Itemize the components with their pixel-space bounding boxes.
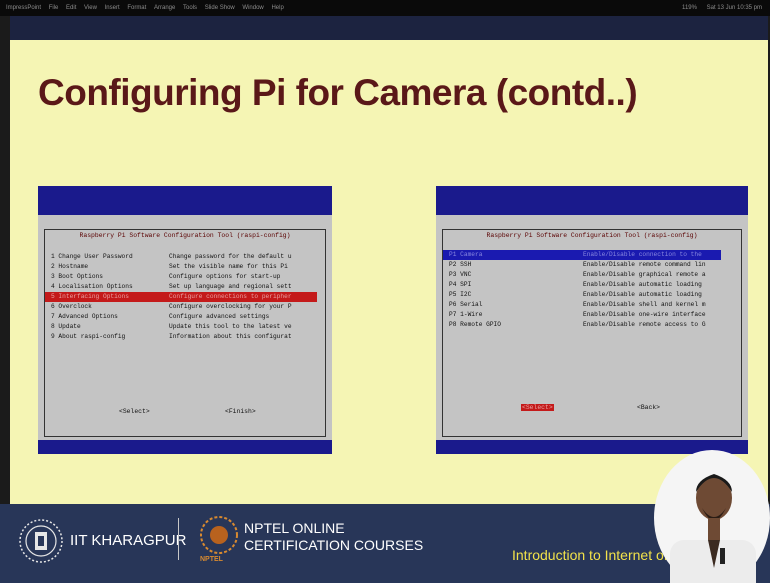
menu-item[interactable]: 6 Overclock Configure overclocking for yo…	[45, 302, 317, 312]
os-menubar: ImpressPoint File Edit View Insert Forma…	[0, 0, 770, 16]
iit-kharagpur-label: IIT KHARAGPUR	[70, 532, 187, 549]
menu-item-selected[interactable]: 5 Interfacing Options Configure connectio…	[45, 292, 317, 302]
course-title: Introduction to Internet of	[512, 547, 668, 563]
iit-kharagpur-logo-icon	[19, 519, 63, 563]
menu-item[interactable]: 8 Update Update this tool to the latest v…	[45, 322, 317, 332]
menu-item[interactable]: 3 Boot Options Configure options for star…	[45, 272, 317, 282]
nptel-logo-icon	[200, 516, 238, 554]
menubar-item[interactable]: Edit	[66, 0, 76, 16]
menubar-item[interactable]: Window	[242, 0, 263, 16]
dialog-frame: Raspberry Pi Software Configuration Tool…	[44, 229, 326, 437]
nptel-logo-text: NPTEL	[200, 556, 223, 563]
certification-courses-label: CERTIFICATION COURSES	[244, 537, 424, 553]
menubar-item[interactable]: File	[49, 0, 59, 16]
menu-item[interactable]: 1 Change User Password Change password fo…	[45, 252, 317, 262]
slide-top-band	[10, 16, 768, 40]
interfacing-item[interactable]: P7 1-Wire Enable/Disable one-wire interfa…	[443, 310, 721, 320]
menu-item[interactable]: 7 Advanced Options Configure advanced set…	[45, 312, 317, 322]
interfacing-item[interactable]: P2 SSH Enable/Disable remote command lin	[443, 260, 721, 270]
presenter-video-thumbnail	[654, 450, 770, 583]
menubar-item[interactable]: Arrange	[154, 0, 175, 16]
interfacing-item[interactable]: P6 Serial Enable/Disable shell and kernel…	[443, 300, 721, 310]
menu-list: 1 Change User Password Change password fo…	[45, 252, 317, 362]
menubar-item[interactable]: Format	[127, 0, 146, 16]
menubar-item[interactable]: ImpressPoint	[6, 0, 41, 16]
interfacing-options-list: P1 Camera Enable/Disable connection to th…	[443, 250, 721, 350]
dialog-title: Raspberry Pi Software Configuration Tool…	[443, 224, 741, 242]
finish-button[interactable]: <Finish>	[225, 408, 256, 415]
menubar-status: 119% Sat 13 Jun 10:35 pm	[674, 0, 762, 16]
nptel-online-label: NPTEL ONLINE	[244, 520, 345, 536]
interfacing-item[interactable]: P8 Remote GPIO Enable/Disable remote acce…	[443, 320, 721, 330]
menubar-item[interactable]: Help	[271, 0, 283, 16]
dialog-title: Raspberry Pi Software Configuration Tool…	[45, 224, 325, 242]
menu-item[interactable]: 2 Hostname Set the visible name for this …	[45, 262, 317, 272]
footer-divider	[178, 518, 179, 560]
select-button[interactable]: <Select>	[119, 408, 150, 415]
interfacing-item-selected[interactable]: P1 Camera Enable/Disable connection to th…	[443, 250, 721, 260]
terminal-blue-footer	[38, 440, 332, 454]
interfacing-item[interactable]: P4 SPI Enable/Disable automatic loading	[443, 280, 721, 290]
menubar-item[interactable]: Insert	[105, 0, 120, 16]
menu-item[interactable]: 4 Localisation Options Set up language an…	[45, 282, 317, 292]
interfacing-item[interactable]: P3 VNC Enable/Disable graphical remote a	[443, 270, 721, 280]
back-button[interactable]: <Back>	[637, 404, 660, 411]
slide-title: Configuring Pi for Camera (contd..)	[38, 72, 638, 113]
select-button[interactable]: <Select>	[521, 404, 554, 411]
menubar-item[interactable]: Tools	[183, 0, 197, 16]
raspi-config-main-menu-screenshot: Raspberry Pi Software Configuration Tool…	[38, 186, 332, 454]
menubar-item[interactable]: View	[84, 0, 97, 16]
interfacing-item[interactable]: P5 I2C Enable/Disable automatic loading	[443, 290, 721, 300]
terminal-blue-header	[436, 186, 748, 215]
menu-item[interactable]: 9 About raspi-config Information about th…	[45, 332, 317, 342]
dialog-frame: Raspberry Pi Software Configuration Tool…	[442, 229, 742, 437]
menubar-item[interactable]: Slide Show	[205, 0, 235, 16]
zoom-level: 119%	[682, 5, 697, 11]
raspi-config-interfacing-screenshot: Raspberry Pi Software Configuration Tool…	[436, 186, 748, 454]
terminal-blue-header	[38, 186, 332, 215]
clock: Sat 13 Jun 10:35 pm	[706, 5, 762, 11]
